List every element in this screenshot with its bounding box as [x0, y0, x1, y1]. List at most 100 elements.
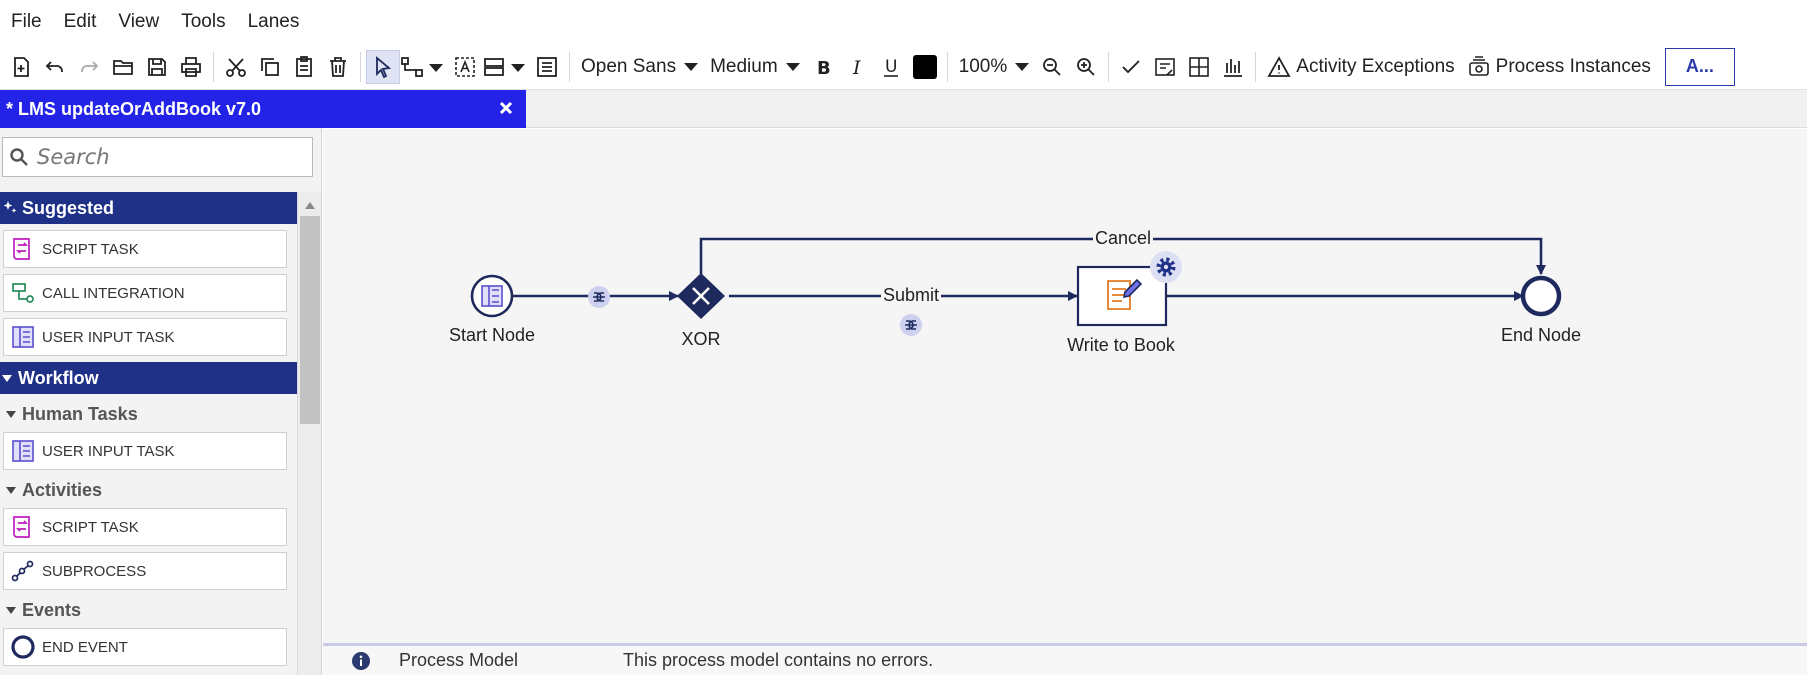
palette-list: Suggested SCRIPT TASK CALL INTEGRATION U… — [0, 192, 297, 672]
text-box-icon[interactable] — [448, 50, 482, 84]
new-file-icon[interactable] — [4, 50, 38, 84]
flow-submit-label: Submit — [880, 285, 942, 306]
collapse-icon — [6, 606, 16, 614]
gear-icon[interactable] — [1150, 251, 1182, 283]
check-icon[interactable] — [1114, 50, 1148, 84]
zoom-select[interactable]: 100% — [953, 56, 1036, 78]
toolbar-divider — [1255, 51, 1257, 82]
underline-icon[interactable]: U — [874, 50, 908, 84]
toolbar-divider — [1108, 51, 1110, 82]
script-task-icon — [13, 516, 30, 538]
process-diagram — [470, 237, 1562, 336]
script-task-icon — [13, 238, 30, 260]
paste-icon[interactable] — [287, 50, 321, 84]
subprocess-icon — [11, 560, 34, 582]
link-icon[interactable] — [900, 314, 922, 336]
layout-dropdown-icon[interactable] — [506, 50, 530, 84]
redo-icon[interactable] — [72, 50, 106, 84]
end-node[interactable] — [1520, 275, 1562, 317]
connector-icon[interactable] — [400, 50, 424, 84]
collapse-icon — [6, 410, 16, 418]
tab-title: * LMS updateOrAddBook v7.0 — [6, 98, 262, 119]
palette-item-script-task[interactable]: SCRIPT TASK — [3, 508, 287, 546]
chart-icon[interactable] — [1216, 50, 1250, 84]
delete-icon[interactable] — [321, 50, 355, 84]
zoom-in-icon[interactable] — [1069, 50, 1103, 84]
status-message: This process model contains no errors. — [623, 650, 934, 670]
end-node-label: End Node — [1500, 325, 1582, 345]
collapse-icon — [6, 486, 16, 494]
toolbar-divider — [569, 51, 570, 82]
toolbar-divider — [946, 51, 948, 82]
grid-icon[interactable] — [1182, 50, 1216, 84]
print-icon[interactable] — [174, 50, 208, 84]
palette-item-end-event[interactable]: END EVENT — [3, 628, 287, 666]
flow-cancel-label: Cancel — [1092, 228, 1154, 249]
section-workflow[interactable]: Workflow — [0, 362, 297, 394]
start-node-label: Start Node — [448, 325, 536, 345]
section-suggested[interactable]: Suggested — [0, 192, 297, 224]
palette-item-subprocess[interactable]: SUBPROCESS — [3, 552, 287, 590]
font-family-select[interactable]: Open Sans — [575, 56, 704, 78]
search-box[interactable] — [2, 137, 313, 177]
warning-icon — [1267, 55, 1291, 77]
select-pointer-icon[interactable] — [366, 49, 400, 84]
palette-item-user-input-task[interactable]: USER INPUT TASK — [3, 432, 287, 470]
activity-exceptions-button[interactable]: Activity Exceptions — [1261, 55, 1460, 79]
info-icon — [352, 651, 370, 670]
list-icon[interactable] — [530, 50, 564, 84]
subsection-activities[interactable]: Activities — [0, 476, 297, 504]
process-instances-icon — [1468, 55, 1489, 76]
palette-scrollbar[interactable] — [297, 192, 321, 675]
text-color-picker[interactable] — [908, 50, 942, 84]
user-input-task-icon — [12, 440, 34, 462]
toolbar-divider — [360, 51, 361, 82]
layout-icon[interactable] — [482, 50, 506, 84]
collapse-icon — [2, 374, 12, 382]
menu-lanes[interactable]: Lanes — [237, 11, 311, 33]
xor-label: XOR — [681, 329, 721, 349]
link-icon[interactable] — [588, 286, 610, 308]
palette-item-script-task[interactable]: SCRIPT TASK — [3, 230, 287, 268]
subsection-human-tasks[interactable]: Human Tasks — [0, 400, 297, 428]
bold-icon[interactable]: B — [806, 50, 840, 84]
zoom-out-icon[interactable] — [1035, 50, 1069, 84]
connector-dropdown-icon[interactable] — [424, 50, 448, 84]
svg-text:U: U — [885, 57, 897, 77]
menu-view[interactable]: View — [107, 11, 170, 33]
process-canvas[interactable]: Start Node XOR Write to Book End Node Su… — [323, 129, 1807, 643]
sparkle-icon — [3, 201, 17, 213]
save-icon[interactable] — [140, 50, 174, 84]
svg-text:B: B — [817, 58, 831, 79]
call-integration-icon — [12, 283, 34, 303]
search-icon — [10, 148, 28, 166]
menu-edit[interactable]: Edit — [53, 11, 108, 33]
text-color-swatch — [912, 54, 937, 79]
close-icon[interactable] — [496, 98, 516, 118]
palette-item-user-input-task[interactable]: USER INPUT TASK — [3, 318, 287, 356]
start-node[interactable] — [470, 274, 514, 318]
tab-process-model[interactable]: * LMS updateOrAddBook v7.0 — [0, 90, 526, 128]
process-instances-button[interactable]: Process Instances — [1461, 55, 1657, 79]
xor-gateway[interactable] — [677, 273, 725, 319]
scrollbar-thumb[interactable] — [300, 216, 320, 424]
italic-icon[interactable]: I — [840, 50, 874, 84]
menu-tools[interactable]: Tools — [170, 11, 236, 33]
document-tab-strip: * LMS updateOrAddBook v7.0 — [0, 90, 1807, 128]
font-size-select[interactable]: Medium — [704, 56, 806, 78]
copy-icon[interactable] — [253, 50, 287, 84]
notes-icon[interactable] — [1148, 50, 1182, 84]
search-input[interactable] — [37, 145, 297, 169]
scroll-up-icon[interactable] — [305, 202, 315, 209]
toolbar-divider — [213, 51, 214, 82]
palette-item-call-integration[interactable]: CALL INTEGRATION — [3, 274, 287, 312]
cut-icon[interactable] — [219, 50, 253, 84]
menu-file[interactable]: File — [0, 11, 53, 33]
open-icon[interactable] — [106, 50, 140, 84]
palette-panel: Suggested SCRIPT TASK CALL INTEGRATION U… — [0, 128, 322, 675]
user-menu-button[interactable]: A... — [1664, 47, 1735, 86]
svg-text:I: I — [852, 57, 861, 79]
undo-icon[interactable] — [38, 50, 72, 84]
menu-bar: File Edit View Tools Lanes — [0, 0, 1807, 44]
subsection-events[interactable]: Events — [0, 596, 297, 624]
